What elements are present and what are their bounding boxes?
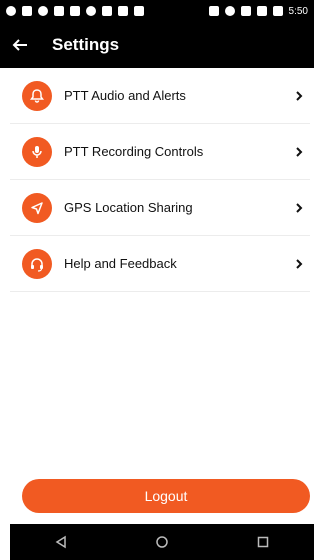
chrome-icon bbox=[86, 6, 96, 16]
settings-item-label: PTT Audio and Alerts bbox=[64, 88, 186, 103]
bluetooth-icon bbox=[208, 6, 219, 16]
headset-icon bbox=[22, 248, 52, 279]
battery-icon bbox=[272, 6, 283, 16]
logout-button[interactable]: Logout bbox=[22, 479, 310, 513]
settings-item-gps-location[interactable]: GPS Location Sharing bbox=[10, 180, 310, 236]
arrow-left-icon bbox=[11, 36, 29, 54]
app-bar: Settings bbox=[0, 22, 314, 68]
nav-back-button[interactable] bbox=[41, 524, 81, 560]
triangle-back-icon bbox=[54, 535, 68, 549]
status-bar: 5:50 bbox=[0, 0, 314, 22]
settings-item-label: Help and Feedback bbox=[64, 256, 177, 271]
nav-home-button[interactable] bbox=[142, 524, 182, 560]
status-time: 5:50 bbox=[288, 5, 308, 17]
photo-icon bbox=[118, 6, 128, 16]
back-button[interactable] bbox=[0, 22, 40, 68]
settings-list: PTT Audio and Alerts PTT Recording Contr… bbox=[10, 68, 310, 292]
status-right-icons: 5:50 bbox=[208, 5, 308, 17]
chevron-right-icon bbox=[294, 146, 304, 158]
message-icon bbox=[22, 6, 32, 16]
battery-saver-icon bbox=[134, 6, 144, 16]
chevron-right-icon bbox=[294, 258, 304, 270]
microphone-icon bbox=[22, 136, 52, 167]
voicemail-icon bbox=[38, 6, 48, 16]
signal-icon bbox=[256, 6, 267, 16]
circle-home-icon bbox=[155, 535, 169, 549]
accessibility-icon bbox=[54, 6, 64, 16]
settings-item-help-feedback[interactable]: Help and Feedback bbox=[10, 236, 310, 292]
settings-item-ptt-audio[interactable]: PTT Audio and Alerts bbox=[10, 68, 310, 124]
wifi-icon bbox=[240, 6, 251, 16]
settings-item-label: GPS Location Sharing bbox=[64, 200, 193, 215]
chevron-right-icon bbox=[294, 90, 304, 102]
image-icon bbox=[70, 6, 80, 16]
settings-item-ptt-recording[interactable]: PTT Recording Controls bbox=[10, 124, 310, 180]
square-recents-icon bbox=[256, 535, 270, 549]
settings-item-label: PTT Recording Controls bbox=[64, 144, 204, 159]
nav-recents-button[interactable] bbox=[243, 524, 283, 560]
app-icon bbox=[102, 6, 112, 16]
do-not-disturb-icon bbox=[224, 6, 235, 16]
page-title: Settings bbox=[52, 35, 120, 54]
status-left-icons bbox=[6, 6, 144, 16]
location-arrow-icon bbox=[22, 192, 52, 223]
navigation-bar bbox=[10, 524, 314, 560]
chevron-right-icon bbox=[294, 202, 304, 214]
bell-icon bbox=[22, 80, 52, 111]
camera-icon bbox=[6, 6, 16, 16]
